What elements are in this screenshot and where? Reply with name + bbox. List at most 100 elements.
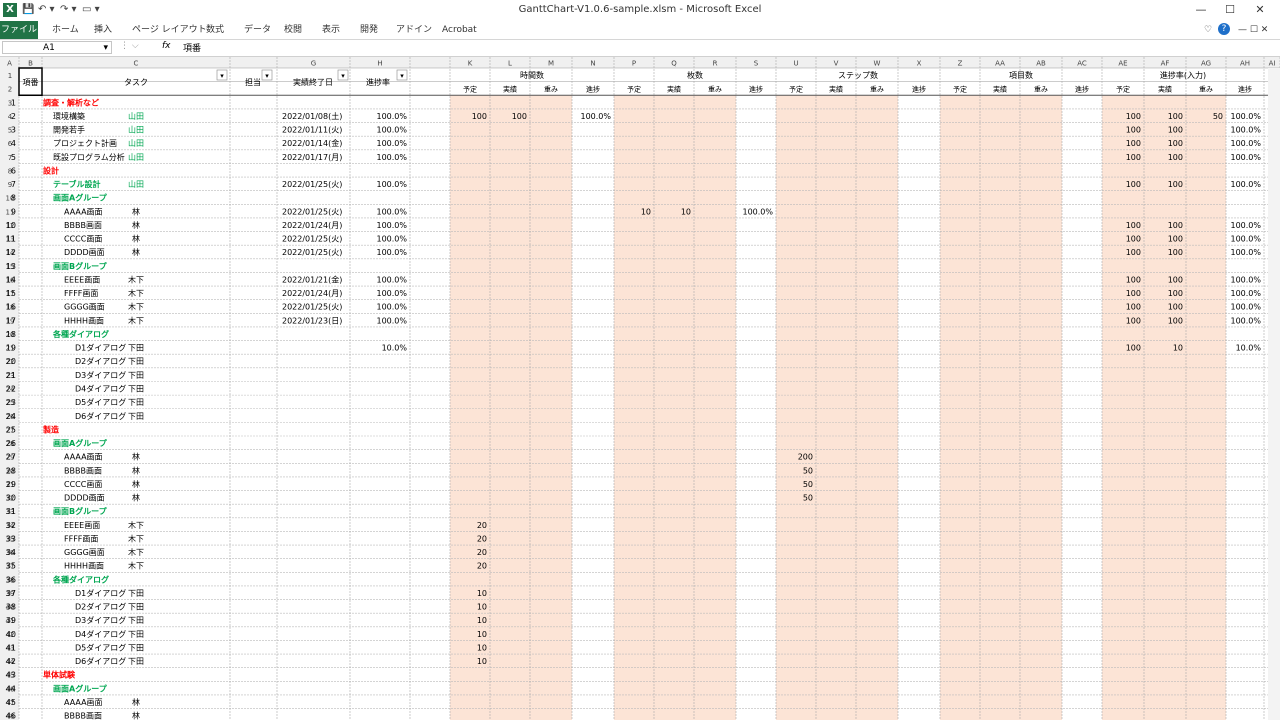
column-letter-AI: AI [1269,60,1276,68]
worksheet-canvas[interactable]: A B C G H K L M N P Q R S U V W X Z AA AB AC AE AF AG AH AI123456… [0,57,1280,720]
assignee-cell: 下田 [128,344,144,353]
koban-cell: 11 [6,235,16,244]
value-cell-K: 10 [477,657,487,666]
koban-cell: 25 [6,425,16,434]
tab-acrobat[interactable]: Acrobat [442,23,477,37]
assignee-cell: 下田 [128,603,144,612]
koban-cell: 19 [6,344,16,353]
value-cell-AF: 100 [1168,248,1183,257]
assignee-cell: 木下 [128,561,144,571]
column-letter-Z: Z [958,60,963,68]
ribbon-collapse-icon[interactable]: ♡ [1204,23,1212,37]
shaded-column-L [490,95,530,720]
assignee-cell: 下田 [128,384,144,393]
value-cell-AH: 100.0% [1230,275,1261,284]
value-cell-AF: 100 [1168,139,1183,148]
header-group-1: 枚数 [687,70,703,80]
header-sub-AE: 予定 [1116,85,1130,94]
vertical-scrollbar[interactable] [1268,68,1280,720]
header-sub-AG: 重み [1199,86,1213,94]
assignee-cell: 林 [132,711,140,720]
task-cell: 調査・解析など [43,97,99,107]
chevron-down-icon: ▾ [400,72,404,80]
header-sub-P: 予定 [627,85,641,94]
value-cell-AH: 100.0% [1230,221,1261,230]
header-sub-AB: 重み [1034,86,1048,94]
tab-home[interactable]: ホーム [52,23,79,37]
assignee-cell: 木下 [128,288,144,298]
task-cell: 環境構築 [53,111,85,121]
koban-cell: 29 [6,480,16,489]
tab-data[interactable]: データ [244,23,271,37]
formula-input[interactable]: 項番 [183,41,201,54]
chevron-down-icon[interactable]: ▾ [103,42,108,55]
task-cell: DDDD画面 [64,494,105,503]
value-cell-AH: 100.0% [1230,289,1261,298]
header-sub-Z: 予定 [953,85,967,94]
maximize-button[interactable]: ☐ [1216,2,1244,18]
task-cell: D6ダイアログ [75,411,126,421]
task-cell: プロジェクト計画 [53,138,117,148]
tab-addins[interactable]: アドイン [396,23,432,37]
koban-cell: 5 [11,153,16,162]
shaded-column-Z [940,95,980,720]
tab-review[interactable]: 校閲 [284,23,302,37]
koban-cell: 8 [11,194,16,203]
formula-bar: A1 ▾ ⋮ ⌵ fx 項番 [0,40,1280,57]
tab-insert[interactable]: 挿入 [94,23,112,37]
column-letter-N: N [590,60,595,68]
tab-view[interactable]: 表示 [322,23,340,37]
header-koban: 項番 [23,77,39,87]
end-date-cell: 2022/01/25(火) [282,303,342,312]
name-box[interactable]: A1 ▾ [2,41,112,54]
tab-page-layout[interactable]: ページ レイアウト [132,23,207,37]
tab-file[interactable]: ファイル [0,21,38,39]
koban-cell: 24 [6,412,16,421]
header-progress: 進捗率 [366,77,390,87]
koban-cell: 13 [6,262,16,271]
task-cell: AAAA画面 [64,698,103,707]
progress-cell: 100.0% [376,139,407,148]
column-letter-C: C [134,60,139,68]
tab-developer[interactable]: 開発 [360,23,378,37]
value-cell-AH: 100.0% [1230,235,1261,244]
task-cell: DDDD画面 [64,248,105,257]
column-letter-R: R [713,60,718,68]
header-tanto: 担当 [245,77,261,87]
shaded-column-AG [1186,95,1226,720]
task-cell: 開発若手 [53,125,85,135]
value-cell-U: 50 [803,466,813,475]
task-cell: 画面Aグループ [53,193,108,203]
header-sub-R: 重み [708,86,722,94]
header-group-2: ステップ数 [838,70,878,80]
tab-formulas[interactable]: 数式 [206,23,224,37]
progress-cell: 100.0% [376,235,407,244]
assignee-cell: 林 [132,465,140,475]
value-cell-P: 10 [641,207,651,216]
minimize-button[interactable]: — [1187,2,1215,18]
value-cell-U: 200 [798,453,813,462]
value-cell-AF: 100 [1168,221,1183,230]
ribbon-tabs: ファイル ホーム 挿入 ページ レイアウト 数式 データ 校閲 表示 開発 アド… [0,21,1280,40]
value-cell-K: 10 [477,603,487,612]
koban-cell: 26 [6,439,16,448]
koban-cell: 6 [11,166,16,175]
worksheet-grid[interactable]: A B C G H K L M N P Q R S U V W X Z AA AB AC AE AF AG AH AI 1 2 3 4 5 6… [0,57,1280,720]
value-cell-AH: 100.0% [1230,139,1261,148]
header-sub-S: 進捗 [749,85,763,94]
help-icon[interactable]: ? [1218,23,1230,35]
value-cell-AF: 100 [1168,289,1183,298]
insert-function-icon[interactable]: fx [162,41,171,51]
assignee-cell: 下田 [128,412,144,421]
task-cell: 画面Aグループ [53,683,108,693]
window-restore-icon[interactable]: — ☐ ✕ [1238,23,1268,37]
assignee-cell: 下田 [128,357,144,366]
close-button[interactable]: ✕ [1246,2,1274,18]
assignee-cell: 下田 [128,398,144,407]
task-cell: CCCC画面 [64,235,102,244]
value-cell-AF: 100 [1168,275,1183,284]
koban-cell: 41 [6,643,16,652]
window-title: GanttChart-V1.0.6-sample.xlsm - Microsof… [518,4,762,15]
progress-cell: 100.0% [376,248,407,257]
assignee-cell: 木下 [128,315,144,325]
